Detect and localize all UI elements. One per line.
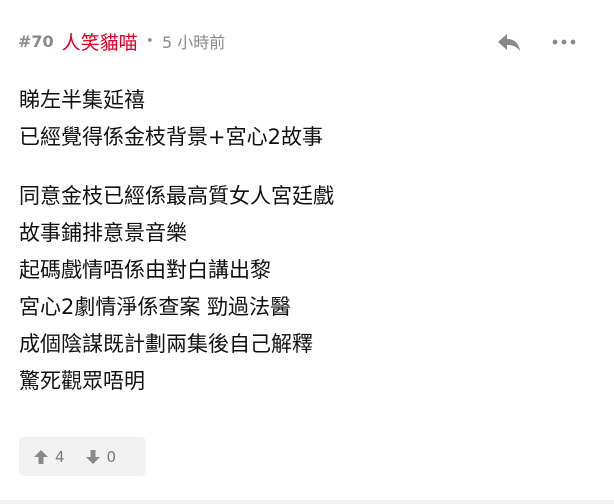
- content-line: 成個陰謀既計劃兩集後自己解釋: [19, 332, 313, 356]
- post-number: #70: [18, 31, 54, 51]
- arrow-up-icon: [33, 449, 49, 465]
- content-line: 驚死觀眾唔明: [19, 369, 145, 393]
- content-line: 故事鋪排意景音樂: [19, 221, 187, 245]
- arrow-down-icon: [85, 449, 101, 465]
- reply-icon: [498, 34, 520, 51]
- content-line: 同意金枝已經係最高質女人宮廷戲: [19, 184, 334, 208]
- post-header: #70 人笑貓喵 • 5 小時前: [18, 26, 225, 56]
- upvote-count: 4: [55, 447, 65, 466]
- downvote-button[interactable]: 0: [85, 437, 117, 476]
- reply-button[interactable]: [493, 28, 525, 56]
- more-icon: [552, 39, 576, 45]
- post-card: #70 人笑貓喵 • 5 小時前 睇左半集延禧 已經覺得係金枝背景+宮心2故事 …: [0, 0, 614, 504]
- content-line: 宮心2劇情淨係查案 勁過法醫: [19, 295, 292, 319]
- post-content: 睇左半集延禧 已經覺得係金枝背景+宮心2故事 同意金枝已經係最高質女人宮廷戲 故…: [19, 82, 589, 400]
- post-timestamp: 5 小時前: [161, 33, 226, 52]
- vote-bar: 4 0: [19, 437, 146, 476]
- upvote-button[interactable]: 4: [33, 437, 65, 476]
- content-line: 睇左半集延禧: [19, 88, 145, 112]
- separator-dot: •: [145, 33, 154, 49]
- username-link[interactable]: 人笑貓喵: [62, 28, 138, 55]
- downvote-count: 0: [106, 447, 117, 466]
- more-options-button[interactable]: [548, 28, 580, 56]
- content-line: 起碼戲情唔係由對白講出黎: [19, 258, 271, 282]
- content-line: 已經覺得係金枝背景+宮心2故事: [19, 125, 323, 149]
